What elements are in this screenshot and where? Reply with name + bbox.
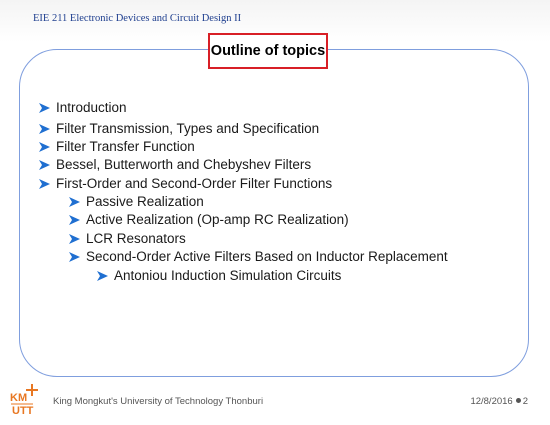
arrow-bullet-icon — [69, 251, 80, 262]
separator-dot-icon — [515, 398, 521, 404]
topic-label: Introduction — [56, 100, 127, 115]
arrow-bullet-icon — [69, 233, 80, 244]
topic-item: LCR Resonators — [69, 232, 186, 246]
topic-item: First-Order and Second-Order Filter Func… — [39, 177, 332, 191]
slide-footer-date: 12/8/2016 2 — [470, 396, 528, 407]
topic-label: Filter Transfer Function — [56, 139, 195, 154]
topic-label: Active Realization (Op-amp RC Realizatio… — [86, 212, 349, 227]
topic-label: Filter Transmission, Types and Specifica… — [56, 121, 320, 136]
arrow-bullet-icon — [69, 214, 80, 225]
topic-item: Active Realization (Op-amp RC Realizatio… — [69, 213, 349, 227]
arrow-bullet-icon — [39, 123, 50, 134]
page-number: 2 — [522, 396, 528, 407]
topic-item: Filter Transmission, Types and Specifica… — [39, 122, 319, 136]
course-title: EIE 211 Electronic Devices and Circuit D… — [33, 13, 242, 24]
topic-label: LCR Resonators — [86, 231, 186, 246]
topic-item: Passive Realization — [69, 195, 204, 209]
topic-item: Introduction — [39, 101, 127, 115]
svg-text:UTT: UTT — [12, 405, 34, 417]
arrow-bullet-icon — [39, 102, 50, 113]
arrow-bullet-icon — [39, 159, 50, 170]
topic-label: Passive Realization — [86, 194, 204, 209]
topic-label: Bessel, Butterworth and Chebyshev Filter… — [56, 157, 312, 172]
slide-title: Outline of topics — [208, 33, 328, 69]
topic-item: Filter Transfer Function — [39, 140, 195, 154]
arrow-bullet-icon — [39, 178, 50, 189]
university-name: King Mongkut's University of Technology … — [53, 396, 264, 407]
kmutt-logo-icon: KM UTT — [9, 383, 47, 417]
arrow-bullet-icon — [97, 270, 108, 281]
topic-item: Second-Order Active Filters Based on Ind… — [69, 250, 448, 264]
topic-label: Antoniou Induction Simulation Circuits — [114, 268, 342, 283]
arrow-bullet-icon — [39, 141, 50, 152]
topic-label: First-Order and Second-Order Filter Func… — [56, 176, 333, 191]
date: 12/8/2016 — [470, 396, 513, 407]
topic-item: Bessel, Butterworth and Chebyshev Filter… — [39, 158, 311, 172]
topic-label: Second-Order Active Filters Based on Ind… — [86, 249, 448, 264]
svg-text:KM: KM — [10, 392, 27, 404]
topic-item: Antoniou Induction Simulation Circuits — [97, 269, 341, 283]
arrow-bullet-icon — [69, 196, 80, 207]
